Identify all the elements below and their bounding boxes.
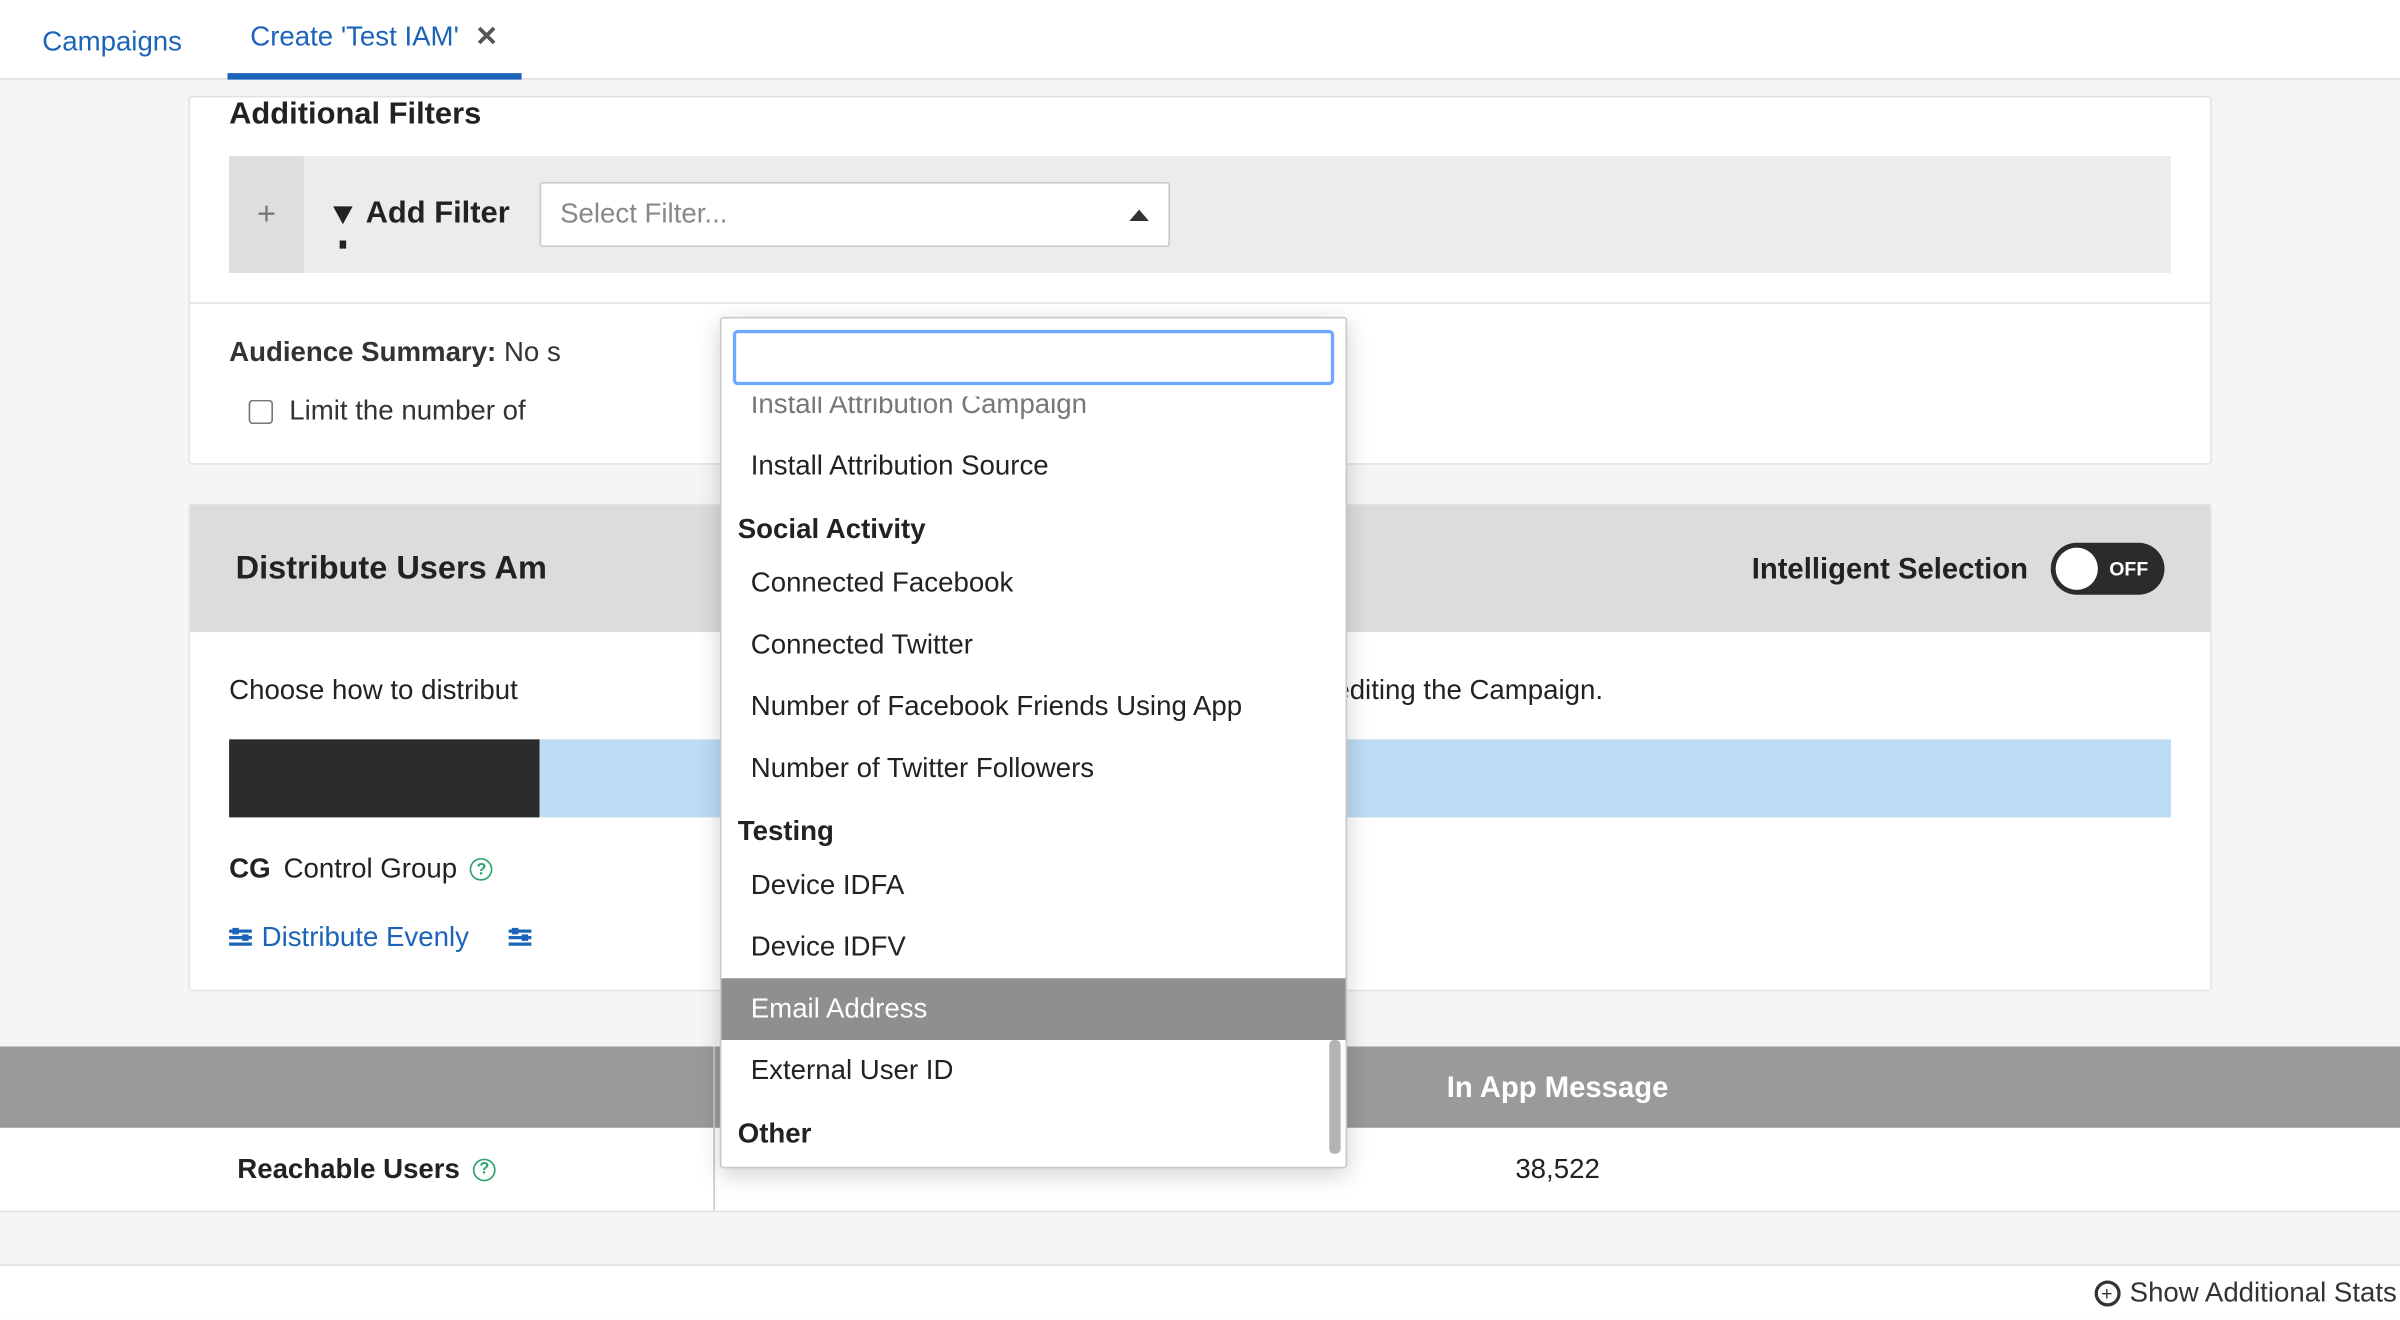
distribution-bar-control-segment: [229, 739, 540, 817]
tab-create-label: Create 'Test IAM': [250, 21, 459, 54]
close-icon[interactable]: ✕: [475, 21, 498, 54]
filter-dropdown-list[interactable]: Install Attribution Campaign Install Att…: [722, 397, 1346, 1167]
reachable-users-label: Reachable Users: [237, 1153, 460, 1186]
panel-additional-filters: Additional Filters + Add Filter Select F…: [189, 96, 2212, 465]
distribute-evenly-link[interactable]: Distribute Evenly: [229, 921, 469, 954]
sliders-icon: [508, 928, 531, 948]
filter-group-header: Other: [722, 1102, 1346, 1157]
scrollbar-thumb[interactable]: [1329, 1040, 1340, 1154]
filter-option[interactable]: Number of Twitter Followers: [722, 738, 1346, 800]
filter-select-trigger[interactable]: Select Filter...: [539, 182, 1170, 247]
filter-dropdown-search-input[interactable]: [735, 332, 1333, 384]
filter-option[interactable]: Device IDFA: [722, 855, 1346, 917]
add-filter-label: Add Filter: [304, 156, 539, 273]
distribute-secondary-link[interactable]: [508, 928, 531, 948]
help-icon[interactable]: ?: [470, 858, 493, 881]
caret-up-icon: [1129, 209, 1149, 220]
filter-option[interactable]: Number of Facebook Friends Using App: [722, 676, 1346, 738]
toggle-knob: [2056, 548, 2098, 590]
reachable-users-label-cell: Reachable Users ?: [0, 1128, 715, 1211]
filter-option[interactable]: Email Address: [722, 978, 1346, 1040]
audience-summary-label: Audience Summary:: [229, 336, 496, 367]
toggle-state-text: OFF: [2109, 557, 2148, 580]
stats-header-left: [0, 1047, 715, 1128]
show-additional-stats-label: Show Additional Stats: [2130, 1276, 2397, 1309]
additional-filters-heading: Additional Filters: [190, 98, 2210, 144]
distribute-evenly-text: Distribute Evenly: [262, 921, 469, 954]
help-icon[interactable]: ?: [473, 1158, 496, 1181]
limit-users-checkbox[interactable]: [249, 399, 273, 423]
distribute-heading: Distribute Users Am: [236, 550, 547, 587]
add-filter-text: Add Filter: [366, 197, 510, 233]
filter-group-header: Social Activity: [722, 497, 1346, 552]
filter-option[interactable]: Connected Facebook: [722, 553, 1346, 615]
audience-summary-value: No s: [504, 336, 561, 367]
intelligent-selection-wrap: Intelligent Selection OFF: [1752, 543, 2165, 595]
filter-option[interactable]: External User ID: [722, 1040, 1346, 1102]
filter-select-placeholder: Select Filter...: [560, 198, 727, 231]
plus-circle-icon: +: [2094, 1280, 2120, 1306]
sliders-icon: [229, 928, 252, 948]
tabs-bar: Campaigns Create 'Test IAM' ✕: [0, 0, 2400, 80]
filter-bar: + Add Filter Select Filter...: [229, 156, 2171, 273]
limit-users-label: Limit the number of: [289, 395, 525, 428]
intelligent-selection-toggle[interactable]: OFF: [2051, 543, 2165, 595]
show-additional-stats-bar[interactable]: + Show Additional Stats: [0, 1264, 2400, 1319]
filter-dropdown: Install Attribution Campaign Install Att…: [720, 317, 1347, 1169]
distribute-explain-left: Choose how to distribut: [229, 674, 518, 705]
filter-option[interactable]: Device IDFV: [722, 917, 1346, 979]
filter-group-header: Testing: [722, 800, 1346, 855]
add-filter-plus-button[interactable]: +: [229, 156, 304, 273]
funnel-icon: [333, 206, 353, 224]
tab-campaigns[interactable]: Campaigns: [42, 26, 182, 78]
control-group-code: CG: [229, 853, 270, 886]
filter-dropdown-search-wrap: [722, 319, 1346, 397]
tab-create-test-iam[interactable]: Create 'Test IAM' ✕: [228, 21, 522, 80]
filter-option[interactable]: Install Attribution Source: [722, 436, 1346, 498]
filter-option[interactable]: Connected Twitter: [722, 614, 1346, 676]
intelligent-selection-label: Intelligent Selection: [1752, 552, 2028, 586]
control-group-label: Control Group: [284, 853, 458, 886]
filter-option-install-attribution-campaign[interactable]: Install Attribution Campaign: [722, 397, 1346, 436]
